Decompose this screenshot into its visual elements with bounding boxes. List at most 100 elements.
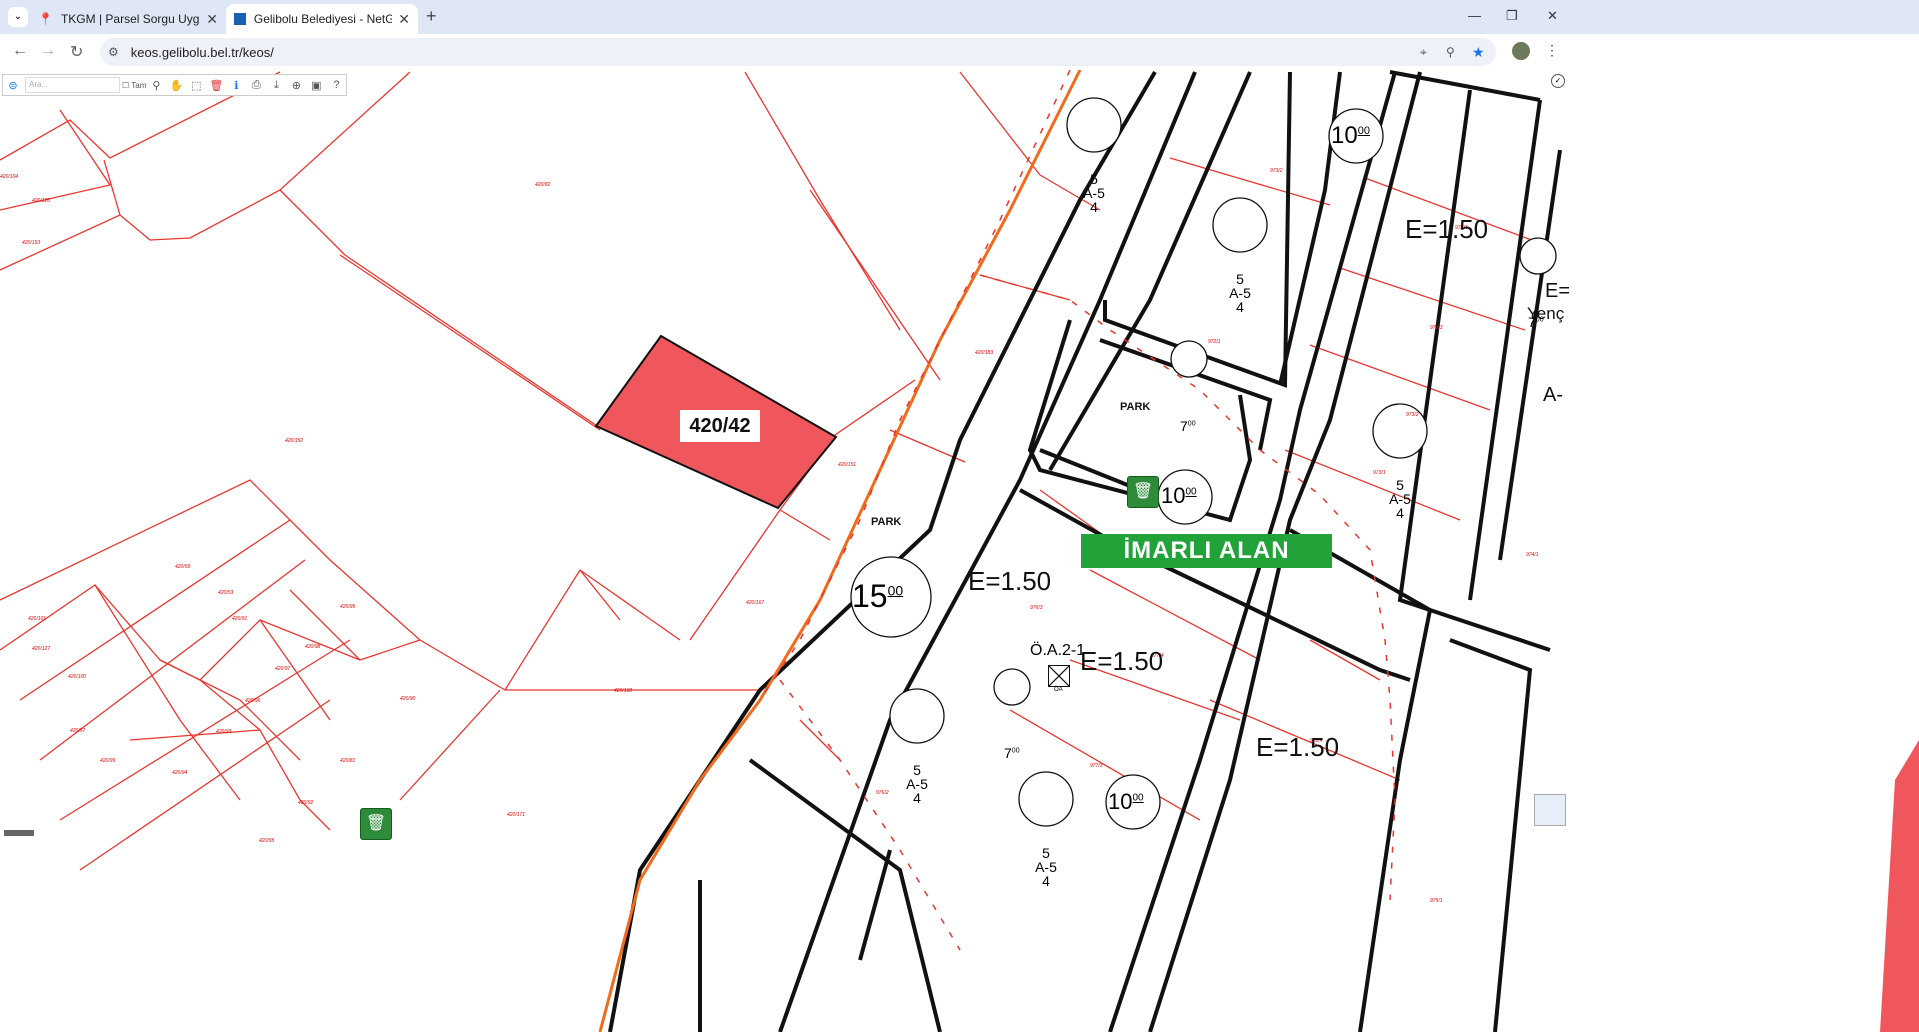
zoning-code: 5 A-5 4 [1229,271,1251,315]
map-pin-icon: 📍 [38,12,53,26]
close-window-button[interactable]: ✕ [1547,8,1558,24]
zoning-code: 5 A-5 4 [906,762,928,806]
new-tab-button[interactable]: + [426,6,437,27]
maximize-button[interactable]: ❐ [1506,8,1518,24]
density-label: E=1.50 [1256,732,1340,762]
back-icon[interactable]: ← [12,42,28,60]
close-icon[interactable]: ✕ [398,11,410,28]
parcel-number: 420/183 [975,350,994,356]
browser-toolbar: ← → ↻ ⚙ keos.gelibolu.bel.tr/keos/ ⌖ ⚲ ★… [0,34,1919,71]
map-settings-icon[interactable]: ✓ [1551,74,1565,88]
parcel-number: 420/95 [259,838,275,844]
parcel-number: 420/97 [275,666,291,672]
info-icon[interactable]: ℹ [226,79,246,92]
zoning-code: 5 A-5 4 [1035,845,1057,889]
parcel-edge-fill [1880,740,1919,1032]
location-icon[interactable]: ⌖ [1420,45,1427,60]
map-canvas[interactable]: 420/82 420/104 420/126 420/153 420/152 4… [0,70,1919,1032]
measure-icon[interactable]: ⊕ [286,79,306,92]
parcel-number: 420/171 [507,812,526,818]
parcel-number: 420/90 [400,696,416,702]
density-label: E=1.50 [1405,214,1489,244]
map-toolbar: ⊜ Ara... ☐ Tam ⚲ ✋ ⬚ 🗑 ℹ ⎙ ⤓ ⊕ ▣ ? [2,74,348,96]
minimap-icon[interactable] [1534,794,1566,826]
tam-label: Tam [131,80,147,90]
download-icon[interactable]: ⤓ [266,79,286,92]
parcel-number: 420/99 [100,758,116,764]
pan-hand-icon[interactable]: ✋ [166,79,186,92]
delete-icon[interactable]: 🗑 [206,79,226,92]
parcel-number: 976/2 [876,790,889,796]
parcel-number: 420/126 [32,198,51,204]
parcel-number: 420/153 [22,240,41,246]
tab-tkgm[interactable]: 📍 TKGM | Parsel Sorgu Uygulama ✕ [30,4,226,34]
parcel-number: 420/59 [175,564,191,570]
browser-tab-bar: ⌄ 📍 TKGM | Parsel Sorgu Uygulama ✕ Gelib… [0,0,1919,34]
density-label: E=1.50 [1080,646,1164,676]
oa-small-label: ÖA [1054,687,1063,693]
tam-checkbox[interactable]: ☐ Tam [122,81,146,90]
menu-icon[interactable]: ⋮ [1545,42,1559,59]
search-icon[interactable]: ⚲ [146,79,166,92]
parcel-number: 420/95 [340,604,356,610]
save-icon[interactable]: ▣ [306,79,326,92]
park-label: PARK [1120,401,1151,413]
menu-round-icon[interactable]: ⊜ [3,79,23,92]
parcel-number: 972/1 [1208,339,1221,345]
parcel-number: 420/98 [305,644,321,650]
street-width-label: 1500 [852,578,904,614]
tab-title: TKGM | Parsel Sorgu Uygulama [60,12,200,26]
url-text[interactable]: keos.gelibolu.bel.tr/keos/ [131,45,274,60]
park-label: PARK [871,516,902,528]
zone-label: İMARLI ALAN [1081,534,1332,568]
street-width-label: 1000 [1331,122,1370,149]
edge-text: E= [1545,280,1571,302]
tab-title: Gelibolu Belediyesi - NetGIS Ha [253,12,393,26]
parcel-number: 420/82 [535,182,551,188]
tab-search-button[interactable]: ⌄ [8,7,28,27]
print-icon[interactable]: ⎙ [246,79,266,92]
help-icon[interactable]: ? [326,79,346,91]
orange-boundary [598,70,1082,1032]
zoom-icon[interactable]: ⚲ [1446,45,1455,59]
bookmark-star-icon[interactable]: ★ [1472,44,1485,61]
map-svg [0,70,1919,1032]
parcel-number: 420/94 [172,770,188,776]
street-width-label: 700 [1528,314,1544,330]
tab-gelibolu[interactable]: Gelibolu Belediyesi - NetGIS Ha ✕ [226,4,418,34]
address-bar[interactable]: ⚙ keos.gelibolu.bel.tr/keos/ ⌖ ⚲ ★ [100,38,1496,66]
reload-icon[interactable]: ↻ [70,42,83,62]
parcel-number: 420/81 [340,758,356,764]
parcel-number: 976/3 [1030,605,1043,611]
trash-bin-marker-icon[interactable]: 🗑 [360,808,392,840]
street-width-label: 700 [1004,745,1020,761]
netgis-icon [234,13,246,25]
parcel-number: 420/151 [838,462,857,468]
street-width-label: 700 [1180,418,1196,434]
profile-avatar[interactable] [1512,42,1530,60]
parcel-number: 420/53 [218,590,234,596]
parcel-number: 420/168 [614,688,633,694]
selected-parcel-label[interactable]: 420/42 [680,410,760,442]
forward-icon[interactable]: → [40,42,56,60]
search-input[interactable]: Ara... [25,77,120,93]
parcel-number: 420/101 [28,616,47,622]
zoning-code: 5 A-5 4 [1083,171,1105,215]
parcel-number: 975/1 [1430,898,1443,904]
parcel-number: 420/96 [245,698,261,704]
parcel-number: 973/3 [1430,325,1443,331]
parcel-number: 974/1 [1526,552,1539,558]
parcel-number: 977/3 [1090,763,1103,769]
scale-bar [4,830,34,836]
street-width-label: 1000 [1108,789,1144,814]
parcel-number: 420/92 [298,800,314,806]
select-box-icon[interactable]: ⬚ [186,79,206,92]
parcel-number: 420/91 [232,616,248,622]
parcel-number: 420/167 [746,600,765,606]
trash-bin-marker-icon[interactable]: 🗑 [1127,476,1159,508]
parcel-number: 420/57 [70,728,86,734]
parcel-number: 420/127 [32,646,51,652]
close-icon[interactable]: ✕ [206,11,218,28]
minimize-button[interactable]: — [1468,8,1481,23]
site-info-icon[interactable]: ⚙ [108,45,119,59]
